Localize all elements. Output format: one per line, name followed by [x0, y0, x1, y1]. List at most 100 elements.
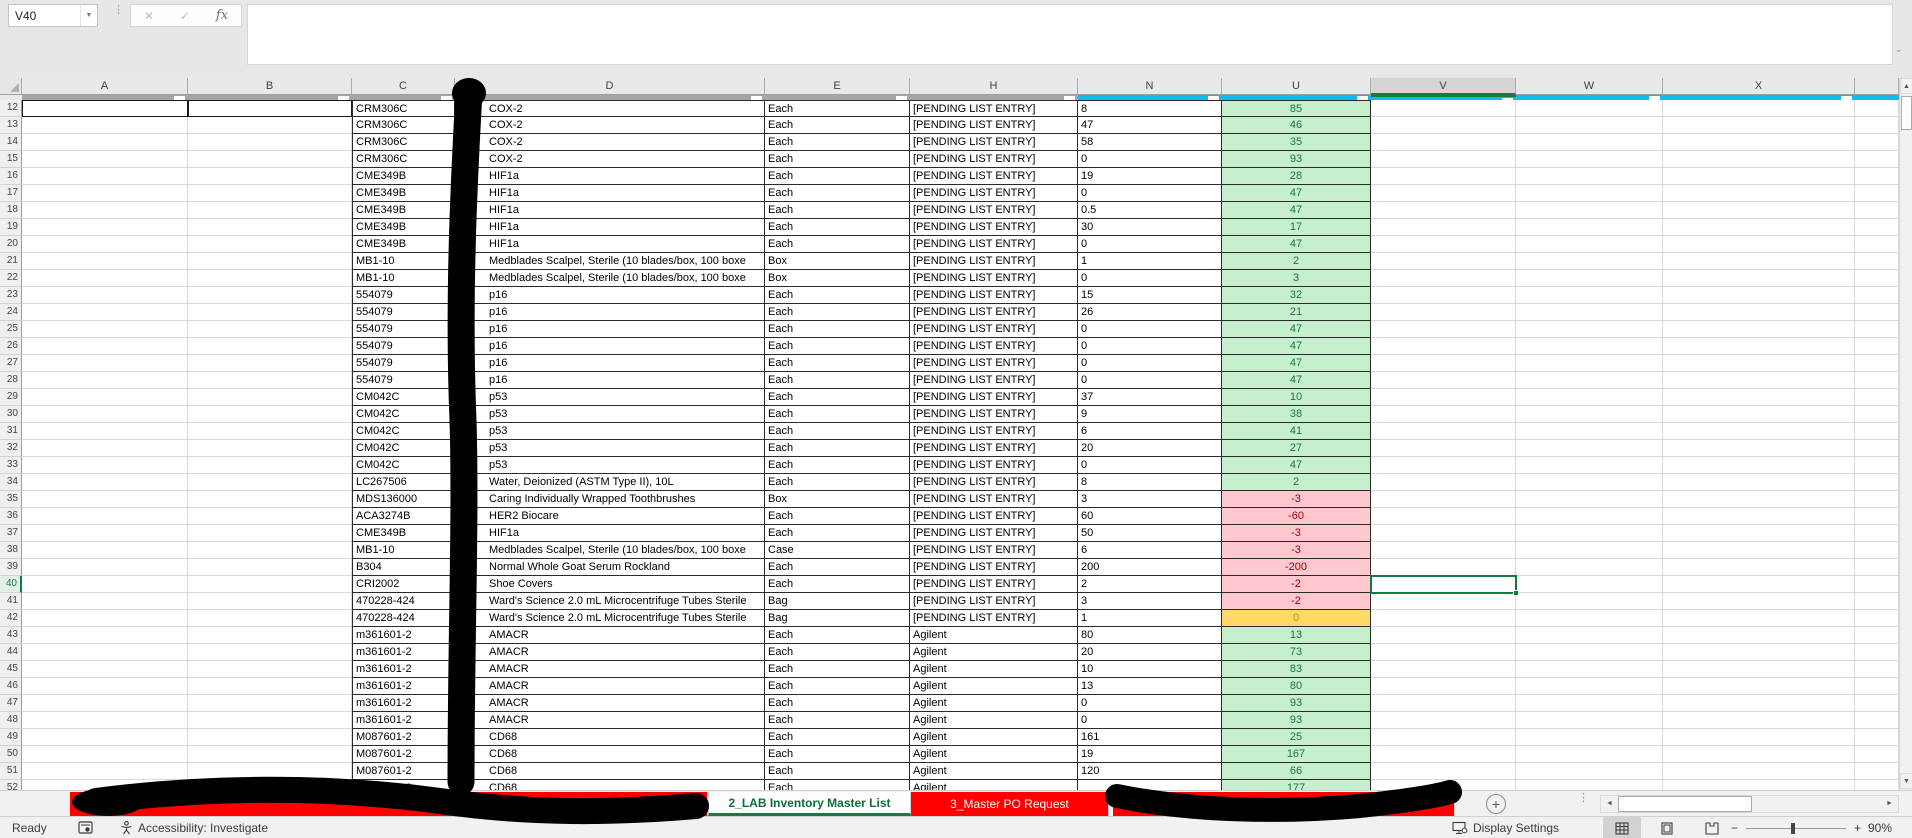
- row-header-44[interactable]: 44: [0, 644, 22, 661]
- cell-b15[interactable]: [188, 151, 352, 168]
- cell-e31[interactable]: Each: [765, 423, 910, 440]
- cell-d35[interactable]: Caring Individually Wrapped Toothbrushes: [455, 491, 765, 508]
- scroll-down-icon[interactable]: ▼: [1900, 773, 1912, 789]
- cell-a51[interactable]: [22, 763, 188, 780]
- row-header-40[interactable]: 40: [0, 576, 22, 593]
- cell-qty41[interactable]: 3: [1078, 593, 1222, 610]
- cell-v16[interactable]: [1371, 168, 1516, 185]
- cell-x24[interactable]: [1663, 304, 1855, 321]
- zoom-slider-thumb[interactable]: [1791, 823, 1795, 834]
- cell-qty20[interactable]: 0: [1078, 236, 1222, 253]
- cell-a32[interactable]: [22, 440, 188, 457]
- cell-qty45[interactable]: 10: [1078, 661, 1222, 678]
- cell-h41[interactable]: [PENDING LIST ENTRY]: [910, 593, 1078, 610]
- cell-a36[interactable]: [22, 508, 188, 525]
- cell-pad43[interactable]: [1855, 627, 1899, 644]
- cell-b35[interactable]: [188, 491, 352, 508]
- cell-e43[interactable]: Each: [765, 627, 910, 644]
- cell-e41[interactable]: Bag: [765, 593, 910, 610]
- cell-x23[interactable]: [1663, 287, 1855, 304]
- cell-qty49[interactable]: 161: [1078, 729, 1222, 746]
- cell-a28[interactable]: [22, 372, 188, 389]
- row-header-13[interactable]: 13: [0, 117, 22, 134]
- cell-a30[interactable]: [22, 406, 188, 423]
- cell-v15[interactable]: [1371, 151, 1516, 168]
- sheet-tab-master-po-request[interactable]: 3_Master PO Request: [911, 792, 1109, 816]
- cell-c42[interactable]: 470228-424: [352, 610, 455, 627]
- cell-b14[interactable]: [188, 134, 352, 151]
- cell-a40[interactable]: [22, 576, 188, 593]
- row-header-46[interactable]: 46: [0, 678, 22, 695]
- cell-a26[interactable]: [22, 338, 188, 355]
- cell-w34[interactable]: [1516, 474, 1663, 491]
- cancel-icon[interactable]: ✕: [144, 9, 154, 23]
- cell-x44[interactable]: [1663, 644, 1855, 661]
- cell-qty23[interactable]: 15: [1078, 287, 1222, 304]
- cell-x17[interactable]: [1663, 185, 1855, 202]
- cell-e18[interactable]: Each: [765, 202, 910, 219]
- column-header-partial[interactable]: [1855, 78, 1899, 95]
- cell-x38[interactable]: [1663, 542, 1855, 559]
- cell-pad26[interactable]: [1855, 338, 1899, 355]
- cell-c13[interactable]: CRM306C: [352, 117, 455, 134]
- cell-w12[interactable]: [1516, 100, 1663, 117]
- cell-x41[interactable]: [1663, 593, 1855, 610]
- cell-v46[interactable]: [1371, 678, 1516, 695]
- cell-x14[interactable]: [1663, 134, 1855, 151]
- scroll-up-icon[interactable]: ▲: [1900, 78, 1912, 94]
- cell-qty37[interactable]: 50: [1078, 525, 1222, 542]
- cell-u15[interactable]: 93: [1222, 151, 1371, 168]
- cell-d36[interactable]: HER2 Biocare: [455, 508, 765, 525]
- cell-v19[interactable]: [1371, 219, 1516, 236]
- cell-qty46[interactable]: 13: [1078, 678, 1222, 695]
- cell-u34[interactable]: 2: [1222, 474, 1371, 491]
- cell-v12[interactable]: [1371, 100, 1516, 117]
- cell-w26[interactable]: [1516, 338, 1663, 355]
- cell-x34[interactable]: [1663, 474, 1855, 491]
- row-header-15[interactable]: 15: [0, 151, 22, 168]
- cell-h38[interactable]: [PENDING LIST ENTRY]: [910, 542, 1078, 559]
- cell-pad44[interactable]: [1855, 644, 1899, 661]
- cell-c35[interactable]: MDS136000: [352, 491, 455, 508]
- page-layout-view-button[interactable]: [1648, 817, 1686, 838]
- cell-e33[interactable]: Each: [765, 457, 910, 474]
- cell-b49[interactable]: [188, 729, 352, 746]
- row-header-49[interactable]: 49: [0, 729, 22, 746]
- cell-x52[interactable]: [1663, 780, 1855, 790]
- cell-u22[interactable]: 3: [1222, 270, 1371, 287]
- cell-v17[interactable]: [1371, 185, 1516, 202]
- cell-e13[interactable]: Each: [765, 117, 910, 134]
- row-header-39[interactable]: 39: [0, 559, 22, 576]
- cell-b16[interactable]: [188, 168, 352, 185]
- cell-a49[interactable]: [22, 729, 188, 746]
- cell-w37[interactable]: [1516, 525, 1663, 542]
- cell-d20[interactable]: HIF1a: [455, 236, 765, 253]
- sheet-tab-redacted-2[interactable]: [1113, 792, 1455, 816]
- cell-a42[interactable]: [22, 610, 188, 627]
- cell-b50[interactable]: [188, 746, 352, 763]
- cell-u19[interactable]: 17: [1222, 219, 1371, 236]
- name-box[interactable]: V40 ▼: [8, 4, 98, 27]
- cell-v31[interactable]: [1371, 423, 1516, 440]
- name-box-dropdown-icon[interactable]: ▼: [80, 5, 97, 26]
- cell-v24[interactable]: [1371, 304, 1516, 321]
- zoom-slider[interactable]: [1746, 828, 1846, 829]
- cell-c16[interactable]: CME349B: [352, 168, 455, 185]
- cell-u39[interactable]: -200: [1222, 559, 1371, 576]
- cell-e17[interactable]: Each: [765, 185, 910, 202]
- cell-qty14[interactable]: 58: [1078, 134, 1222, 151]
- cell-h18[interactable]: [PENDING LIST ENTRY]: [910, 202, 1078, 219]
- cell-w29[interactable]: [1516, 389, 1663, 406]
- cell-h42[interactable]: [PENDING LIST ENTRY]: [910, 610, 1078, 627]
- cell-b22[interactable]: [188, 270, 352, 287]
- cell-h17[interactable]: [PENDING LIST ENTRY]: [910, 185, 1078, 202]
- cell-w15[interactable]: [1516, 151, 1663, 168]
- cell-c33[interactable]: CM042C: [352, 457, 455, 474]
- cell-c51[interactable]: M087601-2: [352, 763, 455, 780]
- cell-a13[interactable]: [22, 117, 188, 134]
- cell-h39[interactable]: [PENDING LIST ENTRY]: [910, 559, 1078, 576]
- row-header-45[interactable]: 45: [0, 661, 22, 678]
- cell-b34[interactable]: [188, 474, 352, 491]
- cell-a52[interactable]: [22, 780, 188, 790]
- cell-d23[interactable]: p16: [455, 287, 765, 304]
